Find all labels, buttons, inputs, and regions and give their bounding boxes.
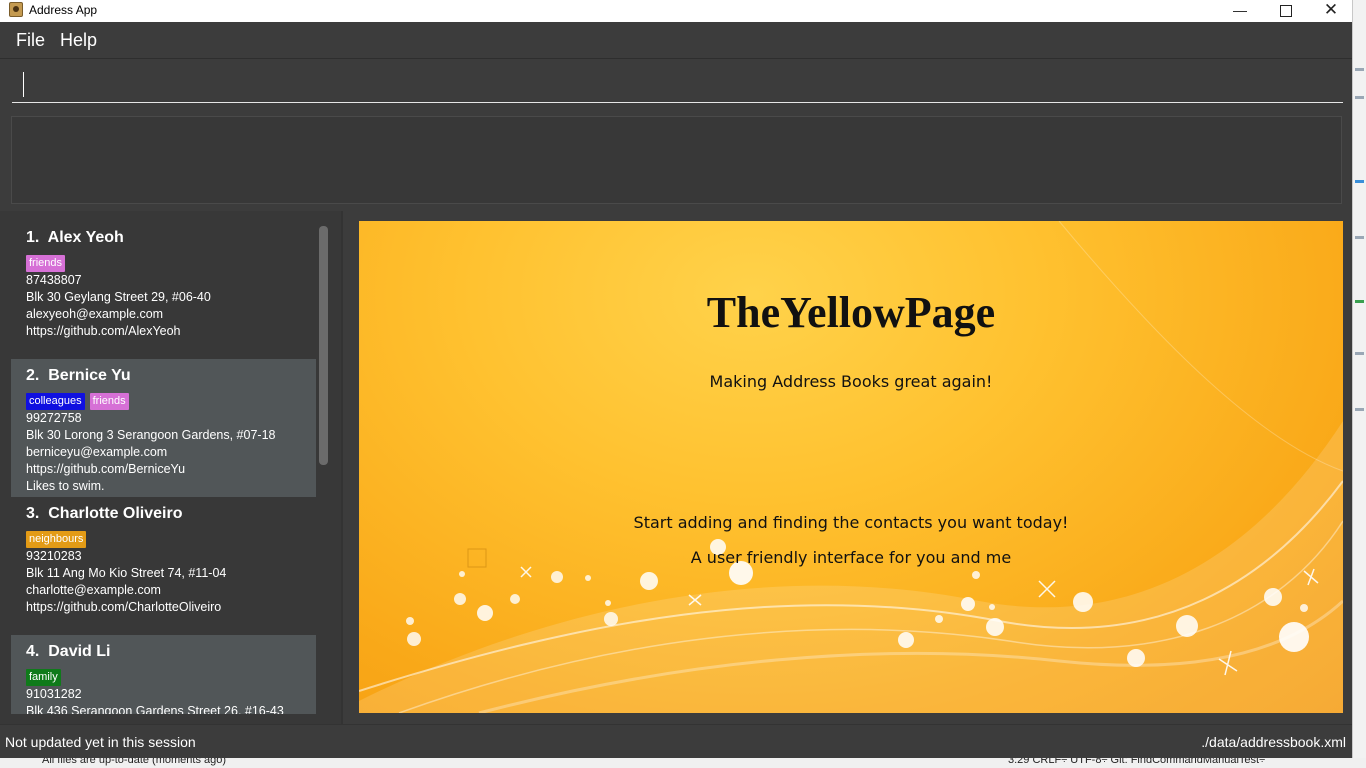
browser-panel[interactable]: TheYellowPage Making Address Books great… bbox=[359, 221, 1343, 713]
person-tags: neighbours bbox=[26, 529, 301, 548]
background-ide-statusbar: All files are up-to-date (moments ago) 3… bbox=[0, 758, 1366, 768]
person-phone: 93210283 bbox=[26, 549, 82, 563]
ide-status-left: All files are up-to-date (moments ago) bbox=[42, 758, 227, 766]
person-remark: Likes to swim. bbox=[26, 479, 105, 493]
background-window-strip bbox=[1352, 0, 1366, 768]
person-name-row: 1. Alex Yeoh bbox=[26, 229, 301, 251]
person-card[interactable]: 2. Bernice Yu colleagues friends 99272758… bbox=[11, 359, 316, 497]
maximize-icon bbox=[1280, 5, 1292, 17]
tag-label: family bbox=[26, 669, 61, 686]
person-phone: 91031282 bbox=[26, 687, 82, 701]
maximize-button[interactable] bbox=[1263, 0, 1309, 22]
person-email: alexyeoh@example.com bbox=[26, 307, 164, 321]
person-email: charlotte@example.com bbox=[26, 583, 161, 597]
person-name-row: 4. David Li bbox=[26, 643, 301, 665]
person-card[interactable]: 4. David Li family 91031282 Blk 436 Sera… bbox=[11, 635, 316, 714]
menu-file[interactable]: File bbox=[16, 30, 45, 51]
close-button[interactable]: ✕ bbox=[1308, 0, 1354, 22]
status-bar: Not updated yet in this session ./data/a… bbox=[0, 724, 1352, 758]
person-phone: 87438807 bbox=[26, 273, 82, 287]
minimize-button[interactable]: — bbox=[1217, 0, 1263, 22]
menu-help[interactable]: Help bbox=[60, 30, 97, 51]
person-index: 2. bbox=[26, 367, 40, 384]
welcome-text-line-2: A user friendly interface for you and me bbox=[690, 548, 1012, 567]
person-github: https://github.com/BerniceYu bbox=[26, 462, 186, 476]
person-tags: colleagues friends bbox=[26, 391, 301, 410]
person-index: 4. bbox=[26, 643, 40, 660]
person-name: Bernice Yu bbox=[48, 367, 131, 384]
sync-status: Not updated yet in this session bbox=[5, 734, 196, 750]
person-address: Blk 11 Ang Mo Kio Street 74, #11-04 bbox=[26, 566, 227, 580]
window-title: Address App bbox=[29, 3, 98, 17]
tag-label: friends bbox=[89, 393, 129, 410]
person-address: Blk 30 Lorong 3 Serangoon Gardens, #07-1… bbox=[26, 428, 276, 442]
person-email: berniceyu@example.com bbox=[26, 445, 168, 459]
person-github: https://github.com/CharlotteOliveiro bbox=[26, 600, 222, 614]
welcome-subtitle: Making Address Books great again! bbox=[709, 372, 993, 391]
tag-label: colleagues bbox=[26, 393, 85, 410]
save-location: ./data/addressbook.xml bbox=[1201, 734, 1346, 750]
person-tags: friends bbox=[26, 253, 301, 272]
person-index: 1. bbox=[26, 229, 40, 246]
person-list[interactable]: 1. Alex Yeoh friends 87438807 Blk 30 Gey… bbox=[11, 221, 316, 714]
window-titlebar: Address App — ✕ bbox=[0, 0, 1352, 22]
result-display[interactable] bbox=[11, 116, 1342, 204]
person-list-panel: 1. Alex Yeoh friends 87438807 Blk 30 Gey… bbox=[0, 211, 341, 724]
person-github: https://github.com/AlexYeoh bbox=[26, 324, 181, 338]
command-input[interactable] bbox=[12, 65, 1343, 103]
tag-label: neighbours bbox=[26, 531, 87, 548]
person-card[interactable]: 3. Charlotte Oliveiro neighbours 9321028… bbox=[11, 497, 316, 635]
person-card[interactable]: 1. Alex Yeoh friends 87438807 Blk 30 Gey… bbox=[11, 221, 316, 359]
list-scrollbar-thumb[interactable] bbox=[319, 226, 328, 465]
person-address: Blk 30 Geylang Street 29, #06-40 bbox=[26, 290, 211, 304]
person-name: Alex Yeoh bbox=[47, 229, 124, 246]
menu-bar: File Help bbox=[0, 22, 1352, 58]
welcome-title: TheYellowPage bbox=[706, 288, 996, 337]
person-name-row: 2. Bernice Yu bbox=[26, 367, 301, 389]
split-pane-divider[interactable] bbox=[341, 211, 343, 724]
person-address: Blk 436 Serangoon Gardens Street 26, #16… bbox=[26, 704, 284, 714]
person-name-row: 3. Charlotte Oliveiro bbox=[26, 505, 301, 527]
person-tags: family bbox=[26, 667, 301, 686]
person-name: David Li bbox=[48, 643, 111, 660]
tag-label: friends bbox=[26, 255, 66, 272]
person-phone: 99272758 bbox=[26, 411, 82, 425]
text-caret bbox=[23, 72, 24, 97]
ide-status-right: 3:29 CRLF÷ UTF-8÷ Git: FindCommandManual… bbox=[1008, 758, 1266, 766]
person-name: Charlotte Oliveiro bbox=[48, 505, 183, 522]
app-icon bbox=[9, 2, 23, 17]
person-index: 3. bbox=[26, 505, 40, 522]
welcome-text-line-1: Start adding and finding the contacts yo… bbox=[633, 513, 1069, 532]
